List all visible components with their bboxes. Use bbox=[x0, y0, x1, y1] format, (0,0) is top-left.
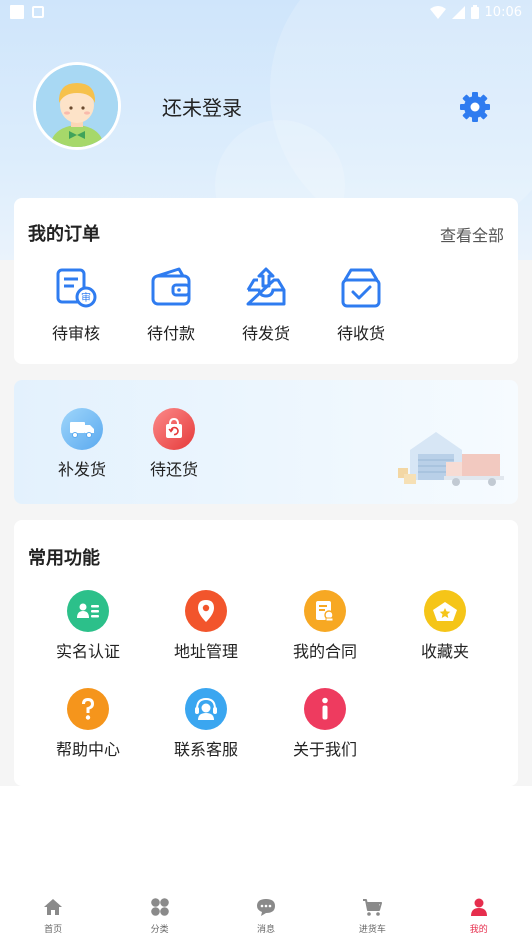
order-pending-shipment[interactable]: 待发货 bbox=[221, 266, 311, 344]
reship-item[interactable]: 补发货 bbox=[37, 408, 127, 480]
star-icon bbox=[424, 590, 466, 632]
order-pending-review[interactable]: 审 待审核 bbox=[31, 266, 121, 344]
status-time: 10:06 bbox=[484, 4, 522, 20]
location-pin-icon bbox=[185, 590, 227, 632]
user-icon bbox=[470, 898, 487, 916]
pending-review-icon: 审 bbox=[56, 268, 97, 308]
nav-category-label: 分类 bbox=[150, 925, 169, 935]
orders-title: 我的订单 bbox=[28, 224, 100, 245]
feature-real-name-auth[interactable]: 实名认证 bbox=[43, 590, 133, 662]
view-all-orders-link[interactable]: 查看全部 bbox=[440, 222, 504, 246]
feature-favorites[interactable]: 收藏夹 bbox=[400, 590, 490, 662]
nav-mine-label: 我的 bbox=[469, 925, 488, 935]
avatar[interactable] bbox=[33, 62, 121, 150]
nav-category[interactable]: 分类 bbox=[120, 897, 200, 935]
message-icon bbox=[256, 899, 275, 916]
nav-home[interactable]: 首页 bbox=[13, 897, 93, 935]
settings-button[interactable] bbox=[458, 90, 492, 124]
features-title: 常用功能 bbox=[28, 548, 100, 569]
contract-icon bbox=[304, 590, 346, 632]
features-card: 常用功能 实名认证 地址管理 我的合同 收藏夹 帮助中心 联系客服 关于我们 bbox=[14, 520, 518, 786]
customer-service-icon bbox=[185, 688, 227, 730]
receive-box-icon bbox=[341, 268, 381, 308]
feature-help-center[interactable]: 帮助中心 bbox=[43, 688, 133, 760]
feature-address-management[interactable]: 地址管理 bbox=[161, 590, 251, 662]
signal-icon bbox=[451, 5, 465, 19]
content-bottom-fill bbox=[0, 786, 532, 886]
warehouse-truck-illustration-icon bbox=[398, 432, 504, 486]
battery-icon bbox=[470, 5, 479, 19]
home-icon bbox=[44, 899, 63, 915]
feature-help-center-label: 帮助中心 bbox=[55, 740, 120, 759]
orders-card: 我的订单 查看全部 审 待审核 待付款 待发货 待收货 bbox=[14, 198, 518, 364]
wallet-icon bbox=[151, 267, 191, 306]
nav-cart[interactable]: 进货车 bbox=[332, 897, 412, 935]
return-goods-item[interactable]: 待还货 bbox=[129, 408, 219, 480]
svg-text:审: 审 bbox=[81, 291, 91, 304]
id-card-icon bbox=[67, 590, 109, 632]
return-bag-icon bbox=[153, 408, 195, 450]
order-pending-receipt-label: 待收货 bbox=[336, 324, 385, 343]
feature-address-management-label: 地址管理 bbox=[173, 642, 238, 661]
wifi-icon bbox=[429, 5, 446, 19]
app-notification-icon bbox=[32, 6, 44, 18]
nav-mine[interactable]: 我的 bbox=[439, 897, 519, 935]
restock-card: 补发货 待还货 bbox=[14, 380, 518, 504]
gear-icon bbox=[460, 92, 490, 122]
feature-real-name-auth-label: 实名认证 bbox=[55, 642, 120, 661]
feature-about-us[interactable]: 关于我们 bbox=[280, 688, 370, 760]
feature-my-contract-label: 我的合同 bbox=[292, 642, 357, 661]
return-goods-label: 待还货 bbox=[149, 460, 198, 479]
reship-label: 补发货 bbox=[57, 460, 106, 479]
cart-icon bbox=[363, 899, 383, 916]
outbox-icon bbox=[246, 267, 286, 306]
order-pending-review-label: 待审核 bbox=[51, 324, 100, 343]
nav-cart-label: 进货车 bbox=[358, 925, 386, 935]
feature-customer-service-label: 联系客服 bbox=[173, 740, 238, 759]
login-prompt[interactable]: 还未登录 bbox=[162, 92, 242, 121]
avatar-illustration-icon bbox=[36, 65, 118, 147]
question-icon bbox=[67, 688, 109, 730]
notification-icon bbox=[10, 5, 24, 19]
order-pending-payment-label: 待付款 bbox=[146, 324, 195, 343]
feature-customer-service[interactable]: 联系客服 bbox=[161, 688, 251, 760]
category-icon bbox=[150, 898, 169, 916]
bottom-navigation: 首页 分类 消息 进货车 我的 bbox=[0, 886, 532, 946]
nav-home-label: 首页 bbox=[44, 925, 63, 935]
truck-icon bbox=[61, 408, 103, 450]
order-pending-receipt[interactable]: 待收货 bbox=[316, 266, 406, 344]
status-bar: 10:06 bbox=[0, 0, 532, 24]
nav-message[interactable]: 消息 bbox=[226, 897, 306, 935]
feature-my-contract[interactable]: 我的合同 bbox=[280, 590, 370, 662]
info-icon bbox=[304, 688, 346, 730]
nav-message-label: 消息 bbox=[256, 925, 275, 935]
feature-favorites-label: 收藏夹 bbox=[420, 642, 469, 661]
profile-header: 还未登录 bbox=[0, 62, 532, 152]
order-pending-shipment-label: 待发货 bbox=[241, 324, 290, 343]
order-pending-payment[interactable]: 待付款 bbox=[126, 266, 216, 344]
feature-about-us-label: 关于我们 bbox=[292, 740, 357, 759]
